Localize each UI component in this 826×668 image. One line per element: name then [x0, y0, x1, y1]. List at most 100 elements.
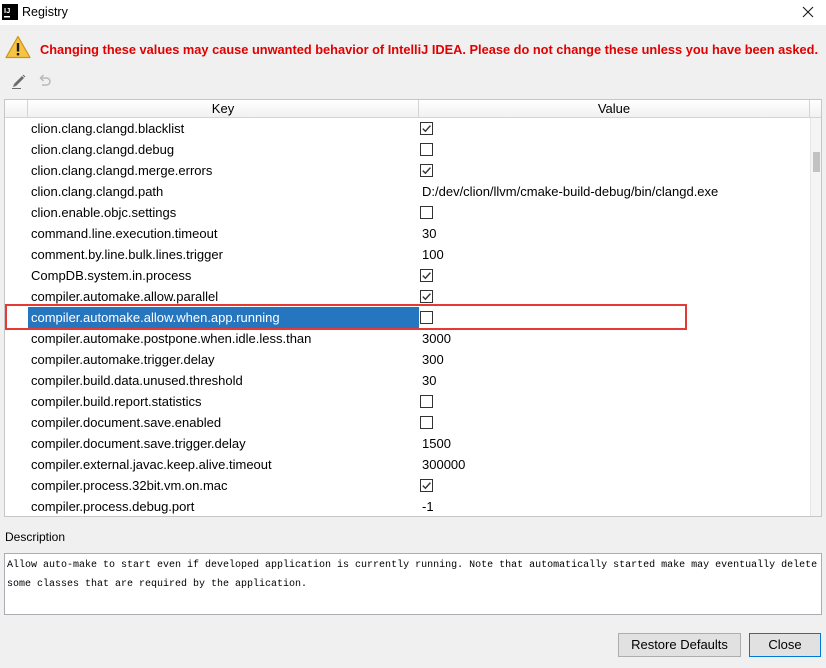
registry-key[interactable]: clion.clang.clangd.path — [28, 181, 419, 202]
registry-key[interactable]: comment.by.line.bulk.lines.trigger — [28, 244, 419, 265]
registry-row[interactable]: comment.by.line.bulk.lines.trigger 100 — [5, 244, 810, 265]
registry-key[interactable]: command.line.execution.timeout — [28, 223, 419, 244]
registry-row[interactable]: clion.enable.objc.settings — [5, 202, 810, 223]
registry-value-cell[interactable]: 30 — [419, 370, 810, 391]
registry-value-cell[interactable]: 1500 — [419, 433, 810, 454]
column-header-value[interactable]: Value — [419, 100, 810, 117]
column-header-restart[interactable] — [5, 100, 28, 117]
registry-row[interactable]: compiler.process.debug.port -1 — [5, 496, 810, 516]
value-checkbox[interactable] — [420, 416, 433, 429]
registry-key[interactable]: clion.clang.clangd.blacklist — [28, 118, 419, 139]
restart-indicator-cell — [5, 223, 28, 244]
registry-value-text: 300000 — [422, 457, 466, 472]
registry-key[interactable]: compiler.external.javac.keep.alive.timeo… — [28, 454, 419, 475]
registry-row[interactable]: compiler.external.javac.keep.alive.timeo… — [5, 454, 810, 475]
registry-row[interactable]: compiler.automake.allow.parallel — [5, 286, 810, 307]
registry-value-cell[interactable] — [419, 286, 810, 307]
registry-key[interactable]: compiler.document.save.enabled — [28, 412, 419, 433]
checkmark-icon — [422, 293, 431, 301]
registry-value-cell[interactable] — [419, 118, 810, 139]
restart-indicator-cell — [5, 433, 28, 454]
registry-row[interactable]: clion.clang.clangd.debug — [5, 139, 810, 160]
registry-value-cell[interactable] — [419, 160, 810, 181]
registry-row[interactable]: compiler.build.data.unused.threshold 30 — [5, 370, 810, 391]
close-button[interactable]: Close — [749, 633, 821, 657]
registry-value-text: D:/dev/clion/llvm/cmake-build-debug/bin/… — [422, 184, 719, 199]
registry-value-cell[interactable] — [419, 475, 810, 496]
description-text: Allow auto-make to start even if develop… — [4, 553, 822, 615]
restart-indicator-cell — [5, 118, 28, 139]
registry-key[interactable]: compiler.automake.postpone.when.idle.les… — [28, 328, 419, 349]
registry-key[interactable]: compiler.build.data.unused.threshold — [28, 370, 419, 391]
window-title: Registry — [22, 5, 68, 19]
registry-row[interactable]: compiler.document.save.trigger.delay 1500 — [5, 433, 810, 454]
registry-value-cell[interactable]: 100 — [419, 244, 810, 265]
registry-key[interactable]: compiler.automake.allow.when.app.running — [28, 307, 419, 328]
registry-value-cell[interactable]: 300 — [419, 349, 810, 370]
registry-value-cell[interactable]: -1 — [419, 496, 810, 516]
registry-row[interactable]: compiler.document.save.enabled — [5, 412, 810, 433]
edit-button[interactable] — [10, 72, 28, 90]
restart-indicator-cell — [5, 202, 28, 223]
header-corner — [810, 100, 821, 117]
registry-value-text: 30 — [422, 373, 437, 388]
value-checkbox[interactable] — [420, 164, 433, 177]
value-checkbox[interactable] — [420, 479, 433, 492]
registry-value-text: 1500 — [422, 436, 451, 451]
registry-key[interactable]: clion.enable.objc.settings — [28, 202, 419, 223]
registry-row[interactable]: compiler.automake.postpone.when.idle.les… — [5, 328, 810, 349]
window-close-button[interactable] — [799, 3, 817, 21]
registry-value-text: 300 — [422, 352, 444, 367]
restart-indicator-cell — [5, 160, 28, 181]
warning-message: Changing these values may cause unwanted… — [40, 42, 818, 57]
registry-key[interactable]: CompDB.system.in.process — [28, 265, 419, 286]
checkmark-icon — [422, 167, 431, 175]
registry-row[interactable]: clion.clang.clangd.path D:/dev/clion/llvm… — [5, 181, 810, 202]
registry-row[interactable]: compiler.process.32bit.vm.on.mac — [5, 475, 810, 496]
registry-row[interactable]: command.line.execution.timeout 30 — [5, 223, 810, 244]
value-checkbox[interactable] — [420, 290, 433, 303]
value-checkbox[interactable] — [420, 395, 433, 408]
restart-indicator-cell — [5, 307, 28, 328]
registry-key[interactable]: compiler.document.save.trigger.delay — [28, 433, 419, 454]
registry-value-cell[interactable] — [419, 139, 810, 160]
value-checkbox[interactable] — [420, 122, 433, 135]
restart-indicator-cell — [5, 496, 28, 516]
checkmark-icon — [422, 482, 431, 490]
column-header-key[interactable]: Key — [28, 100, 419, 117]
registry-value-cell[interactable]: D:/dev/clion/llvm/cmake-build-debug/bin/… — [419, 181, 810, 202]
registry-key[interactable]: compiler.automake.trigger.delay — [28, 349, 419, 370]
scrollbar-thumb[interactable] — [813, 152, 820, 172]
registry-value-cell[interactable] — [419, 265, 810, 286]
restart-indicator-cell — [5, 328, 28, 349]
registry-key[interactable]: clion.clang.clangd.debug — [28, 139, 419, 160]
registry-key[interactable]: compiler.build.report.statistics — [28, 391, 419, 412]
restore-defaults-button[interactable]: Restore Defaults — [618, 633, 741, 657]
value-checkbox[interactable] — [420, 311, 433, 324]
restart-indicator-cell — [5, 181, 28, 202]
registry-row[interactable]: compiler.automake.trigger.delay 300 — [5, 349, 810, 370]
registry-row[interactable]: compiler.build.report.statistics — [5, 391, 810, 412]
registry-value-cell[interactable] — [419, 307, 810, 328]
registry-row[interactable]: CompDB.system.in.process — [5, 265, 810, 286]
value-checkbox[interactable] — [420, 143, 433, 156]
value-checkbox[interactable] — [420, 206, 433, 219]
registry-row[interactable]: clion.clang.clangd.merge.errors — [5, 160, 810, 181]
revert-button[interactable] — [36, 72, 54, 90]
registry-key[interactable]: clion.clang.clangd.merge.errors — [28, 160, 419, 181]
vertical-scrollbar[interactable] — [810, 118, 821, 516]
registry-value-cell[interactable]: 3000 — [419, 328, 810, 349]
registry-value-cell[interactable]: 30 — [419, 223, 810, 244]
registry-key[interactable]: compiler.automake.allow.parallel — [28, 286, 419, 307]
registry-value-cell[interactable] — [419, 391, 810, 412]
registry-row[interactable]: clion.clang.clangd.blacklist — [5, 118, 810, 139]
registry-table: Key Value clion.clang.clangd.blacklist cl… — [4, 99, 822, 517]
registry-value-text: -1 — [422, 499, 434, 514]
registry-value-cell[interactable] — [419, 202, 810, 223]
registry-key[interactable]: compiler.process.debug.port — [28, 496, 419, 516]
registry-value-cell[interactable] — [419, 412, 810, 433]
registry-row[interactable]: compiler.automake.allow.when.app.running — [5, 307, 810, 328]
registry-key[interactable]: compiler.process.32bit.vm.on.mac — [28, 475, 419, 496]
value-checkbox[interactable] — [420, 269, 433, 282]
registry-value-cell[interactable]: 300000 — [419, 454, 810, 475]
